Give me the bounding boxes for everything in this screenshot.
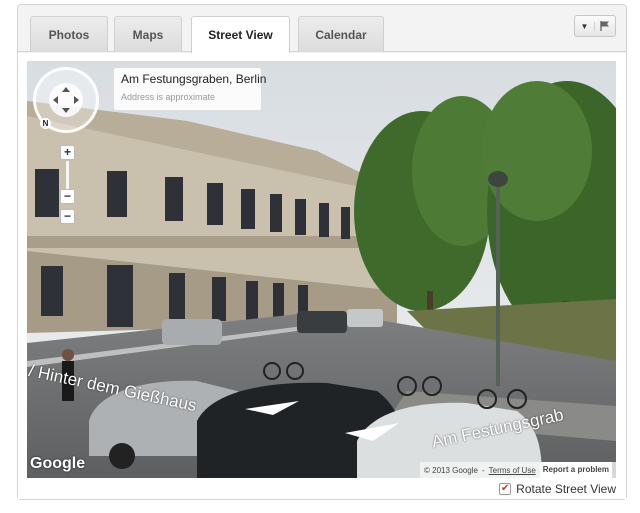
street-view-canvas[interactable]: N + − − Am Festungsgraben, Berlin Addres… <box>27 61 616 478</box>
zoom-out-button[interactable]: − <box>60 189 75 204</box>
terms-of-use-link[interactable]: Terms of Use <box>489 466 536 475</box>
options-button[interactable]: ▼ <box>574 15 616 37</box>
rotate-checkbox[interactable]: ✔ <box>499 483 512 495</box>
address-note: Address is approximate <box>121 92 216 102</box>
street-view-panel: Photos Maps Street View Calendar ▼ N + −… <box>17 4 627 500</box>
report-problem-link[interactable]: Report a problem <box>539 462 612 478</box>
copyright-text: © 2013 Google <box>424 465 478 475</box>
tab-street-view[interactable]: Street View <box>191 16 290 53</box>
zoom-in-button[interactable]: + <box>60 145 75 160</box>
pan-arrows-icon[interactable] <box>49 83 83 117</box>
map-attribution: © 2013 Google - Terms of Use Report a pr… <box>420 462 616 478</box>
tab-maps[interactable]: Maps <box>114 16 182 52</box>
zoom-out-button-secondary[interactable]: − <box>60 209 75 224</box>
tab-photos[interactable]: Photos <box>30 16 108 52</box>
address-text: Am Festungsgraben, Berlin <box>121 72 267 86</box>
rotate-street-view-option[interactable]: ✔ Rotate Street View <box>499 482 616 496</box>
address-card: Am Festungsgraben, Berlin Address is app… <box>114 68 267 110</box>
tab-calendar[interactable]: Calendar <box>298 16 384 52</box>
zoom-slider[interactable] <box>66 161 69 189</box>
chevron-down-icon[interactable]: ▼ <box>575 21 595 31</box>
compass-north-icon: N <box>40 118 51 129</box>
tab-bar: Photos Maps Street View Calendar ▼ <box>18 5 626 53</box>
pan-control[interactable]: N <box>33 67 99 133</box>
google-logo: Google <box>30 455 86 472</box>
flag-icon[interactable] <box>595 20 615 32</box>
rotate-label[interactable]: Rotate Street View <box>516 482 616 496</box>
separator-text: - <box>481 465 485 475</box>
tab-content: N + − − Am Festungsgraben, Berlin Addres… <box>18 53 626 499</box>
